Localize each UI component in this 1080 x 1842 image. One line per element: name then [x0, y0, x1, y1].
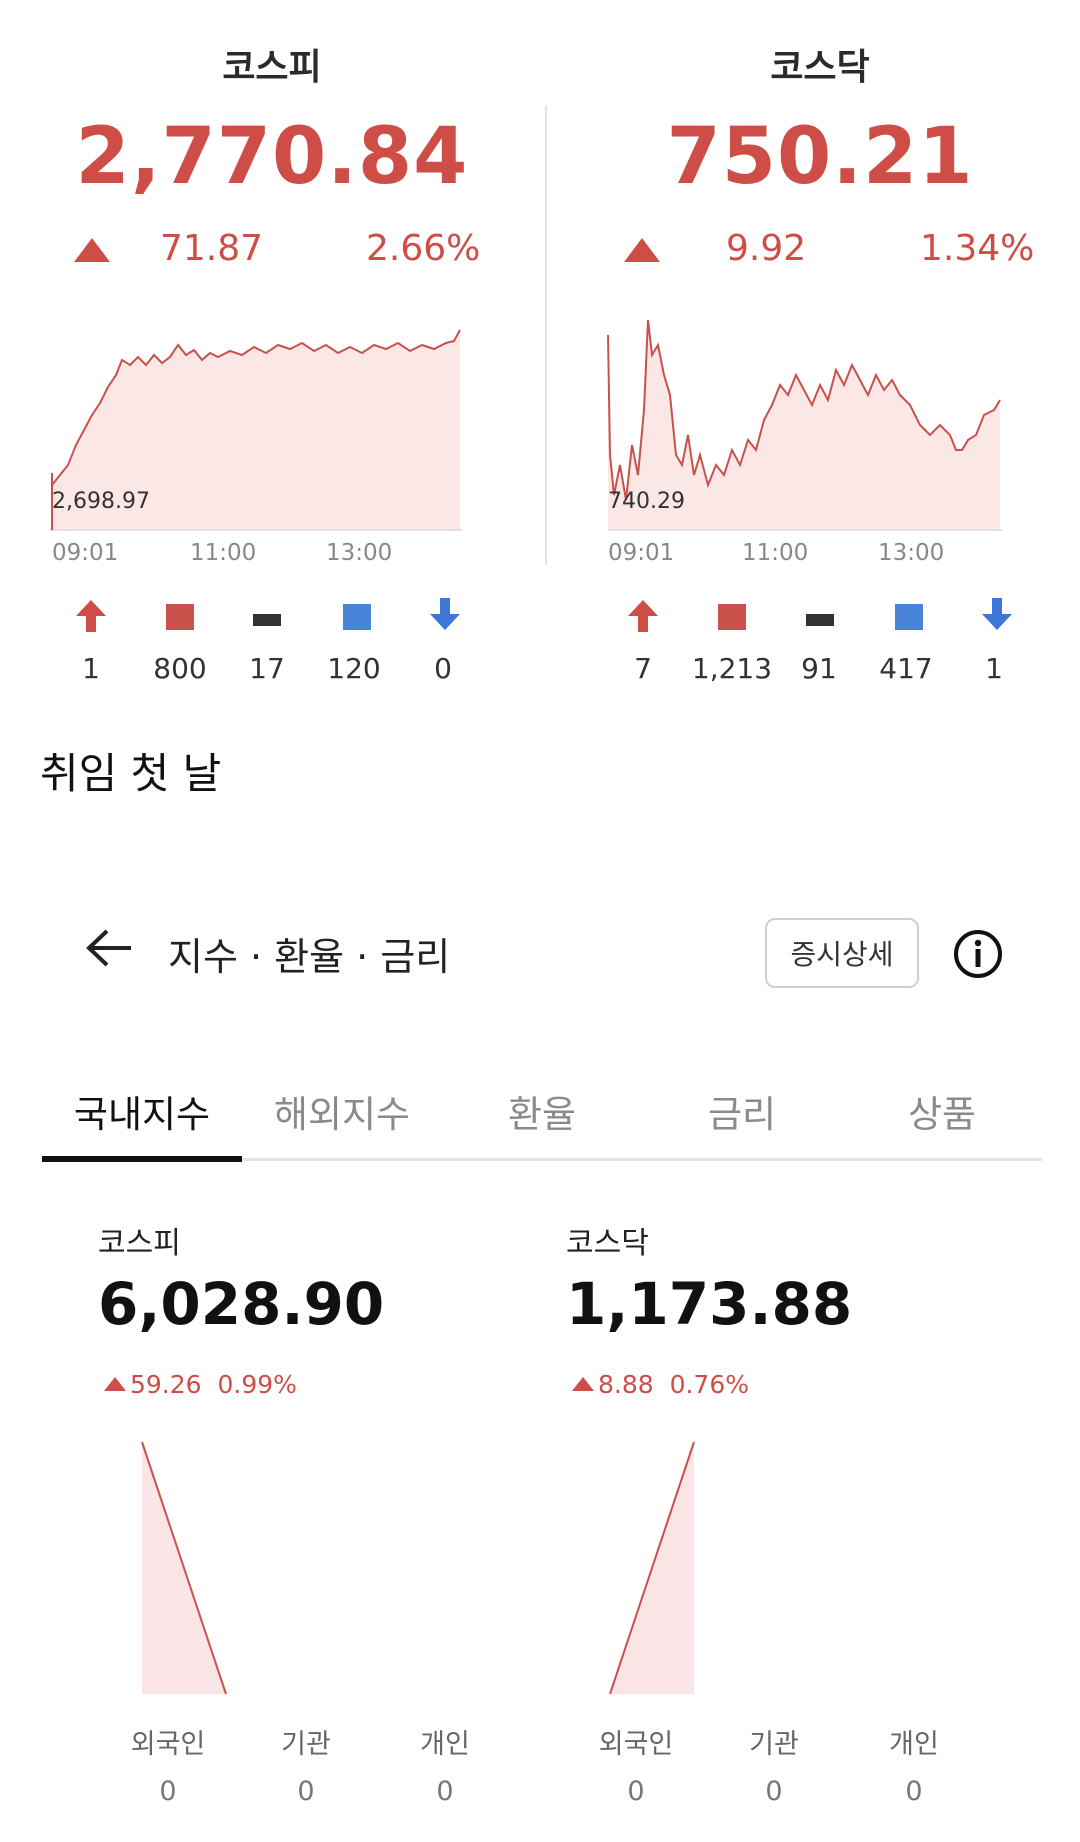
new-kosdaq-investor-institution-label: 기관	[749, 1729, 799, 1760]
new-kosdaq-investor-institution-value: 0	[765, 1776, 783, 1807]
new-kospi-change-row: 59.26 0.99%	[104, 1370, 297, 1399]
old-kosdaq-time-1: 11:00	[742, 540, 808, 566]
new-kosdaq-percent: 0.76%	[669, 1370, 749, 1399]
new-kosdaq-name: 코스닥	[566, 1226, 649, 1261]
old-kosdaq-value: 750.21	[666, 112, 974, 202]
old-kosdaq-percent: 1.34%	[920, 228, 1035, 269]
new-kospi-investor-individual-label: 개인	[420, 1729, 470, 1760]
new-kospi-investor-institution-value: 0	[297, 1776, 315, 1807]
new-kospi-value: 6,028.90	[98, 1270, 385, 1338]
info-icon[interactable]	[952, 928, 1004, 980]
new-kosdaq-investor-individual-value: 0	[905, 1776, 923, 1807]
old-kospi-change: 71.87	[160, 228, 264, 269]
old-kospi-count-rise: 800	[153, 652, 207, 685]
old-kosdaq-count-upper: 7	[634, 652, 652, 685]
old-kosdaq-time-2: 13:00	[878, 540, 944, 566]
old-kosdaq-time-0: 09:01	[608, 540, 674, 566]
old-kospi-intraday-chart: 2,698.97 09:01 11:00 13:00	[50, 329, 462, 566]
old-kosdaq-count-lower: 1	[985, 652, 1003, 685]
old-kospi-count-flat: 17	[249, 652, 285, 685]
new-kosdaq-investor-chart	[609, 1441, 695, 1695]
old-kospi-count-fall: 120	[327, 652, 381, 685]
old-kospi-rise-square-icon	[166, 604, 194, 630]
old-kospi-count-lower: 0	[434, 652, 452, 685]
old-panel-divider	[545, 105, 547, 565]
old-kospi-name: 코스피	[222, 47, 322, 88]
old-kosdaq-intraday-chart: 740.29 09:01 11:00 13:00	[607, 319, 1002, 566]
new-kospi-change: 59.26	[130, 1370, 202, 1399]
market-detail-button[interactable]: 증시상세	[765, 918, 919, 988]
new-kosdaq-investor-foreign-label: 외국인	[598, 1729, 674, 1760]
old-kospi-time-1: 11:00	[190, 540, 256, 566]
new-kospi-up-triangle-icon	[104, 1377, 126, 1391]
tab-domestic-index[interactable]: 국내지수	[42, 1084, 242, 1138]
old-kosdaq-upper-limit-arrow-icon	[628, 600, 658, 632]
old-kospi-time-0: 09:01	[52, 540, 118, 566]
old-kospi-percent: 2.66%	[366, 228, 481, 269]
new-kosdaq-up-triangle-icon	[572, 1377, 594, 1391]
old-kospi-up-triangle-icon	[74, 238, 110, 262]
inauguration-note: 취임 첫 날	[40, 749, 222, 798]
old-kosdaq-change: 9.92	[726, 228, 807, 269]
new-kospi-percent: 0.99%	[217, 1370, 297, 1399]
old-kospi-count-upper: 1	[82, 652, 100, 685]
new-kospi-investor-foreign-label: 외국인	[130, 1729, 206, 1760]
new-kospi-name: 코스피	[98, 1226, 181, 1261]
old-kospi-lower-limit-arrow-icon	[430, 598, 460, 630]
tab-exchange-rate[interactable]: 환율	[442, 1084, 642, 1138]
new-kosdaq-value: 1,173.88	[566, 1270, 853, 1338]
new-kospi-investor-individual-value: 0	[436, 1776, 454, 1807]
old-kospi-upper-limit-arrow-icon	[76, 600, 106, 632]
old-kosdaq-low-label: 740.29	[608, 489, 685, 514]
old-kosdaq-rise-square-icon	[718, 604, 746, 630]
old-kospi-value: 2,770.84	[75, 112, 469, 202]
old-kospi-low-label: 2,698.97	[52, 489, 150, 514]
new-kospi-investor-chart	[141, 1441, 227, 1695]
new-kosdaq-change: 8.88	[598, 1370, 654, 1399]
tab-overseas-index[interactable]: 해외지수	[242, 1084, 442, 1138]
new-kosdaq-change-row: 8.88 0.76%	[572, 1370, 749, 1399]
old-kosdaq-count-flat: 91	[801, 652, 837, 685]
old-kosdaq-flat-dash-icon	[806, 614, 834, 626]
old-kosdaq-count-fall: 417	[879, 652, 933, 685]
old-kosdaq-count-rise: 1,213	[691, 652, 773, 685]
old-kosdaq-name: 코스닥	[770, 47, 870, 88]
old-kosdaq-up-triangle-icon	[624, 238, 660, 262]
old-kospi-fall-square-icon	[343, 604, 371, 630]
page-title: 지수 · 환율 · 금리	[168, 935, 451, 979]
old-kospi-time-2: 13:00	[326, 540, 392, 566]
new-kosdaq-investor-foreign-value: 0	[627, 1776, 645, 1807]
new-kospi-investor-foreign-value: 0	[159, 1776, 177, 1807]
old-kosdaq-lower-limit-arrow-icon	[982, 598, 1012, 630]
old-kosdaq-fall-square-icon	[895, 604, 923, 630]
old-kospi-flat-dash-icon	[253, 614, 281, 626]
tab-interest-rate[interactable]: 금리	[642, 1084, 842, 1138]
new-kospi-investor-institution-label: 기관	[281, 1729, 331, 1760]
active-tab-indicator	[42, 1156, 242, 1162]
back-arrow-icon[interactable]	[85, 928, 133, 968]
tab-commodity[interactable]: 상품	[842, 1084, 1042, 1138]
new-kosdaq-investor-individual-label: 개인	[889, 1729, 939, 1760]
